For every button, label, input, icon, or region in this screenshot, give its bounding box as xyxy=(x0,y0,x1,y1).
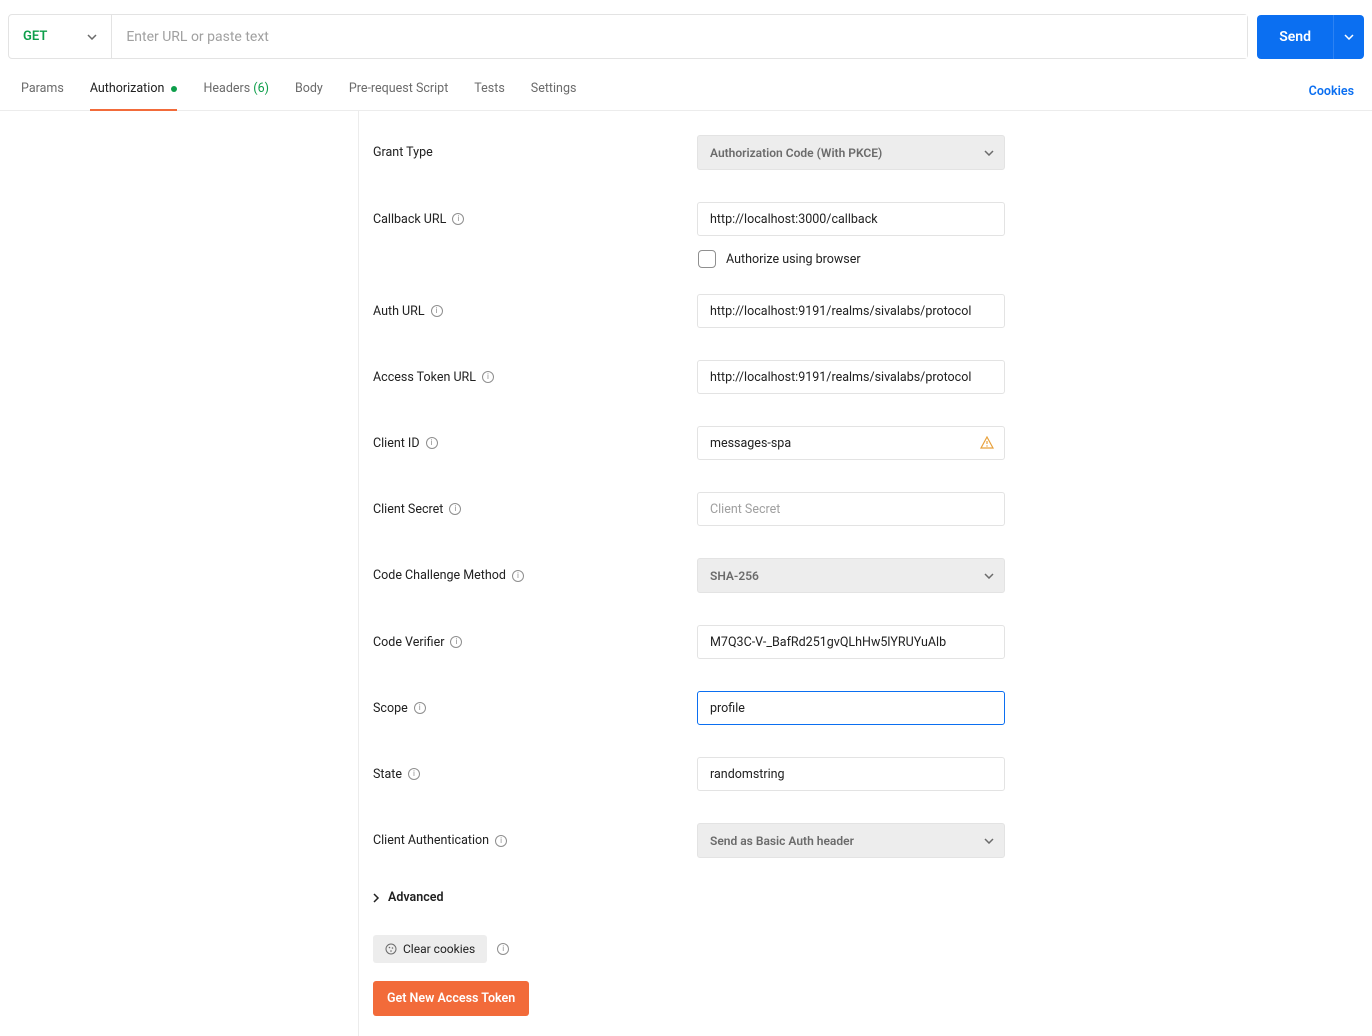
chevron-down-icon xyxy=(1344,34,1354,40)
code-verifier-input-box xyxy=(697,625,1005,659)
client-auth-value: Send as Basic Auth header xyxy=(710,834,854,848)
callback-url-label: Callback URL i xyxy=(373,212,697,227)
cookie-icon xyxy=(385,943,397,955)
client-id-row: Client ID i xyxy=(373,426,1005,460)
grant-type-label: Grant Type xyxy=(373,145,697,160)
tab-headers-label: Headers xyxy=(203,81,250,96)
state-row: State i xyxy=(373,757,1005,791)
code-challenge-label: Code Challenge Method i xyxy=(373,568,697,583)
info-icon: i xyxy=(497,943,509,955)
auth-url-label: Auth URL i xyxy=(373,304,697,319)
tab-headers-count: (6) xyxy=(253,81,269,96)
info-icon: i xyxy=(495,835,507,847)
state-input[interactable] xyxy=(698,767,1004,782)
info-icon: i xyxy=(426,437,438,449)
code-verifier-row: Code Verifier i xyxy=(373,625,1005,659)
access-token-url-input[interactable] xyxy=(698,370,1004,385)
grant-type-row: Grant Type Authorization Code (With PKCE… xyxy=(373,135,1005,170)
method-url-container: GET xyxy=(8,14,1248,59)
client-secret-input[interactable] xyxy=(698,502,1004,517)
info-icon: i xyxy=(449,503,461,515)
http-method-label: GET xyxy=(23,29,47,44)
code-challenge-row: Code Challenge Method i SHA-256 xyxy=(373,558,1005,593)
auth-url-row: Auth URL i xyxy=(373,294,1005,328)
chevron-down-icon xyxy=(984,838,994,844)
tab-pre-request-script[interactable]: Pre-request Script xyxy=(336,73,461,110)
scope-row: Scope i xyxy=(373,691,1005,725)
advanced-label: Advanced xyxy=(388,890,444,905)
chevron-down-icon xyxy=(984,573,994,579)
clear-cookies-label: Clear cookies xyxy=(403,942,475,956)
access-token-url-label: Access Token URL i xyxy=(373,370,697,385)
code-challenge-select[interactable]: SHA-256 xyxy=(697,558,1005,593)
grant-type-select[interactable]: Authorization Code (With PKCE) xyxy=(697,135,1005,170)
info-icon: i xyxy=(431,305,443,317)
scope-input-box xyxy=(697,691,1005,725)
grant-type-value: Authorization Code (With PKCE) xyxy=(710,146,882,160)
tab-headers[interactable]: Headers (6) xyxy=(190,73,281,110)
send-dropdown-button[interactable] xyxy=(1333,15,1364,59)
info-icon: i xyxy=(512,570,524,582)
state-input-box xyxy=(697,757,1005,791)
chevron-down-icon xyxy=(87,34,97,40)
scope-input[interactable] xyxy=(698,701,1004,716)
info-icon: i xyxy=(408,768,420,780)
cookies-link[interactable]: Cookies xyxy=(1309,84,1364,99)
send-button-group: Send xyxy=(1257,15,1364,59)
status-dot-icon xyxy=(171,86,177,92)
client-id-label: Client ID i xyxy=(373,436,697,451)
left-panel xyxy=(0,111,359,1036)
request-tabs: Params Authorization Headers (6) Body Pr… xyxy=(0,73,1372,111)
client-secret-input-box xyxy=(697,492,1005,526)
client-id-input[interactable] xyxy=(698,436,1004,451)
tab-authorization-label: Authorization xyxy=(90,81,165,96)
scope-label: Scope i xyxy=(373,701,697,716)
send-button[interactable]: Send xyxy=(1257,15,1333,59)
code-verifier-label: Code Verifier i xyxy=(373,635,697,650)
http-method-select[interactable]: GET xyxy=(9,15,112,58)
callback-url-input-box xyxy=(697,202,1005,236)
state-label: State i xyxy=(373,767,697,782)
clear-cookies-button[interactable]: Clear cookies xyxy=(373,935,487,963)
tab-settings[interactable]: Settings xyxy=(518,73,590,110)
advanced-toggle[interactable]: Advanced xyxy=(373,890,1005,905)
oauth2-config-form: Grant Type Authorization Code (With PKCE… xyxy=(359,111,1019,1036)
client-auth-label: Client Authentication i xyxy=(373,833,697,848)
info-icon: i xyxy=(482,371,494,383)
url-input[interactable] xyxy=(112,15,1247,58)
info-icon: i xyxy=(452,213,464,225)
client-id-input-box xyxy=(697,426,1005,460)
tab-tests[interactable]: Tests xyxy=(461,73,517,110)
authorize-browser-label: Authorize using browser xyxy=(726,252,861,267)
client-secret-row: Client Secret i xyxy=(373,492,1005,526)
callback-url-input[interactable] xyxy=(698,212,1004,227)
client-secret-label: Client Secret i xyxy=(373,502,697,517)
chevron-down-icon xyxy=(984,150,994,156)
info-icon: i xyxy=(414,702,426,714)
get-new-access-token-button[interactable]: Get New Access Token xyxy=(373,981,529,1016)
tab-body[interactable]: Body xyxy=(282,73,336,110)
authorization-form-area: Grant Type Authorization Code (With PKCE… xyxy=(0,111,1372,1036)
tab-params[interactable]: Params xyxy=(8,73,77,110)
clear-cookies-row: Clear cookies i xyxy=(373,935,1005,963)
warning-icon xyxy=(980,436,994,450)
auth-url-input-box xyxy=(697,294,1005,328)
auth-url-input[interactable] xyxy=(698,304,1004,319)
info-icon: i xyxy=(450,636,462,648)
callback-url-row: Callback URL i xyxy=(373,202,1005,236)
url-bar: GET Send xyxy=(0,0,1372,73)
code-challenge-value: SHA-256 xyxy=(710,569,759,583)
authorize-browser-checkbox[interactable] xyxy=(698,250,716,268)
access-token-url-row: Access Token URL i xyxy=(373,360,1005,394)
tab-authorization[interactable]: Authorization xyxy=(77,73,191,110)
authorize-browser-row: Authorize using browser xyxy=(373,250,1005,268)
chevron-right-icon xyxy=(373,893,380,903)
access-token-url-input-box xyxy=(697,360,1005,394)
code-verifier-input[interactable] xyxy=(698,635,1004,650)
